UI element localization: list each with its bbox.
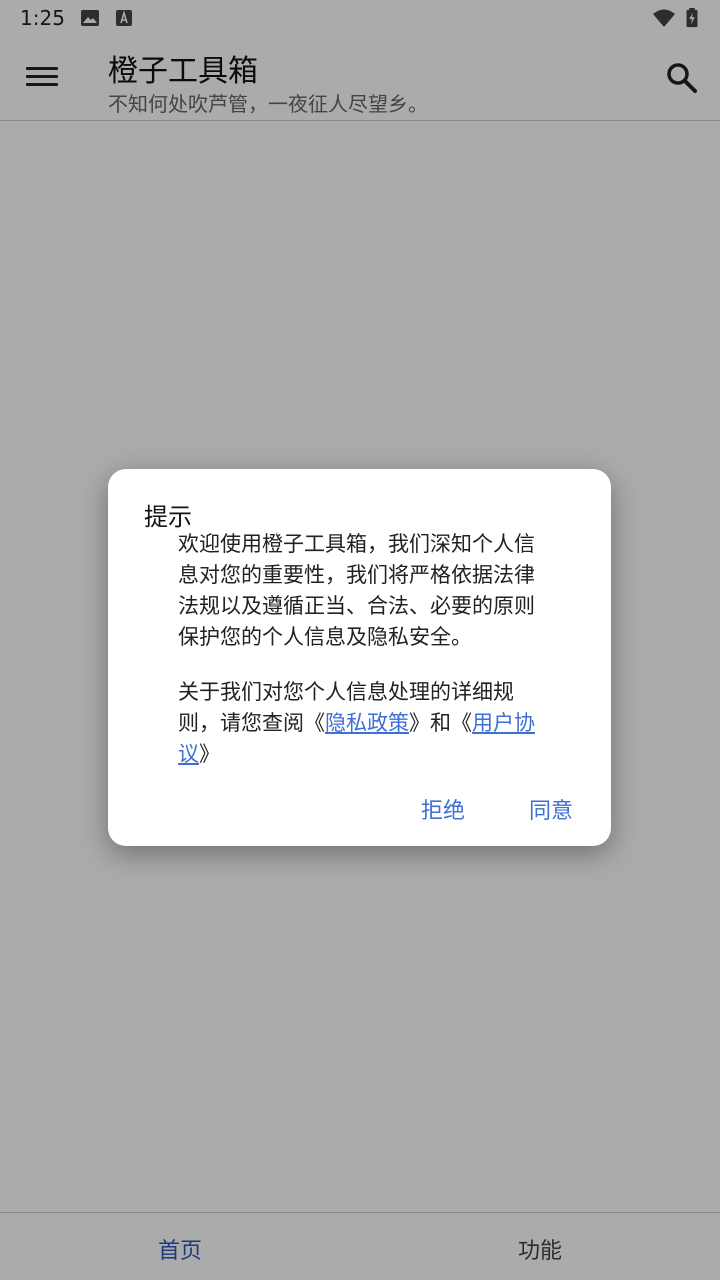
privacy-policy-link[interactable]: 隐私政策: [325, 711, 409, 735]
dialog-paragraph-1: 欢迎使用橙子工具箱，我们深知个人信息对您的重要性，我们将严格依据法律法规以及遵循…: [178, 532, 535, 649]
reject-button[interactable]: 拒绝: [421, 793, 465, 825]
dialog-title: 提示: [144, 503, 192, 531]
privacy-dialog: 提示 欢迎使用橙子工具箱，我们深知个人信息对您的重要性，我们将严格依据法律法规以…: [108, 469, 611, 846]
dialog-body: 欢迎使用橙子工具箱，我们深知个人信息对您的重要性，我们将严格依据法律法规以及遵循…: [178, 529, 550, 794]
paragraph-2-suffix: 》: [199, 742, 220, 766]
dialog-paragraph-2: 关于我们对您个人信息处理的详细规则，请您查阅《隐私政策》和《用户协议》: [178, 677, 550, 770]
paragraph-2-middle: 》和《: [409, 711, 472, 735]
agree-button[interactable]: 同意: [529, 793, 573, 825]
